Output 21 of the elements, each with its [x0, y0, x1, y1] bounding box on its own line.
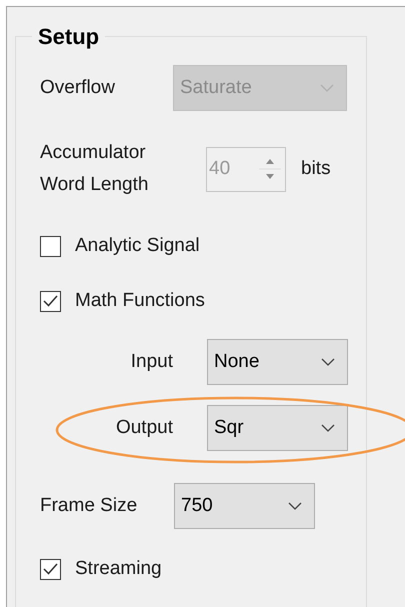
field-label: Accumulator Word Length [40, 141, 150, 197]
field-label: Output [114, 416, 173, 440]
checkmark-icon [43, 563, 58, 575]
chevron-down-icon [321, 358, 335, 366]
unit-label: bits [301, 156, 331, 181]
checkbox-label: Analytic Signal [75, 234, 200, 258]
checkbox[interactable] [40, 558, 61, 580]
chevron-down-icon [321, 424, 335, 432]
dropdown[interactable]: None [207, 339, 348, 385]
checkbox[interactable] [40, 290, 61, 312]
checkbox-label: Math Functions [75, 288, 205, 313]
dropdown[interactable]: Sqr [207, 405, 348, 451]
dropdown[interactable]: 750 [174, 483, 315, 529]
field-label: Overflow [40, 76, 116, 100]
chevron-down-icon [320, 84, 334, 92]
field-label: Frame Size [40, 494, 138, 518]
checkmark-icon [43, 295, 58, 307]
checkbox-label: Streaming [75, 556, 162, 581]
chevron-down-icon [288, 502, 302, 510]
checkbox[interactable] [40, 236, 61, 256]
field-label: Input [130, 350, 173, 374]
